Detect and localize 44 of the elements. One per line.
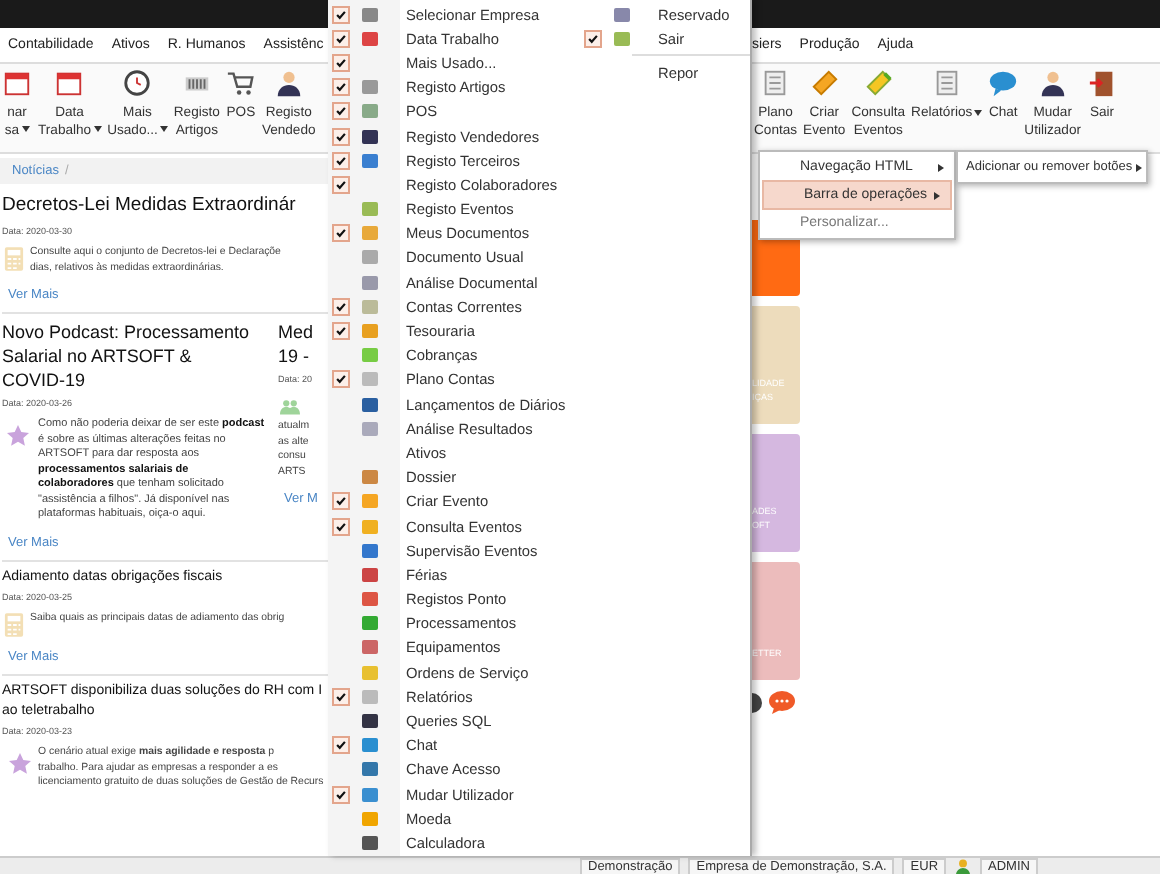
checkbox[interactable] <box>332 29 350 48</box>
check-icon <box>586 31 600 46</box>
checkbox[interactable] <box>332 224 350 243</box>
door-icon <box>1087 68 1117 98</box>
checkbox[interactable] <box>332 102 350 121</box>
check-icon <box>334 372 348 387</box>
checkbox[interactable] <box>332 175 350 194</box>
star-icon <box>6 424 30 448</box>
chat-bubble-icon <box>768 690 796 714</box>
checkbox[interactable] <box>332 517 350 536</box>
calculator-icon <box>4 246 24 272</box>
checkbox[interactable] <box>332 53 350 72</box>
calculator-icon <box>4 612 24 638</box>
checkbox[interactable] <box>332 127 350 146</box>
checkbox[interactable] <box>332 151 350 170</box>
speech-bubble-icon <box>988 68 1019 98</box>
checkbox[interactable] <box>584 29 602 48</box>
news-title[interactable]: Decretos-Lei Medidas Extraordinár <box>2 192 328 220</box>
news-title[interactable]: Med <box>278 320 330 344</box>
check-icon <box>334 787 348 802</box>
ticket-icon <box>809 68 840 98</box>
checkbox[interactable] <box>332 492 350 511</box>
person-icon <box>1037 68 1068 98</box>
cart-icon <box>225 68 256 98</box>
checkbox[interactable] <box>332 370 350 389</box>
news-title[interactable]: 19 - <box>278 344 330 368</box>
checkbox[interactable] <box>332 322 350 341</box>
people-icon <box>280 394 300 420</box>
check-icon <box>334 689 348 704</box>
checkbox[interactable] <box>332 297 350 316</box>
news-title[interactable]: Salarial no ARTSOFT & <box>2 344 266 368</box>
checkbox[interactable] <box>332 78 350 97</box>
news-title[interactable]: COVID-19 <box>2 368 266 392</box>
checkbox[interactable] <box>332 687 350 706</box>
checkbox[interactable] <box>332 785 350 804</box>
ticket-icon <box>863 68 894 98</box>
checkbox[interactable] <box>332 736 350 755</box>
news-title[interactable]: Novo Podcast: Processamento <box>2 320 266 344</box>
star-icon <box>8 752 32 776</box>
check-icon <box>334 738 348 753</box>
user-icon <box>954 858 973 874</box>
checkbox[interactable] <box>332 5 350 24</box>
person-icon <box>273 68 304 98</box>
check-icon <box>334 226 348 241</box>
